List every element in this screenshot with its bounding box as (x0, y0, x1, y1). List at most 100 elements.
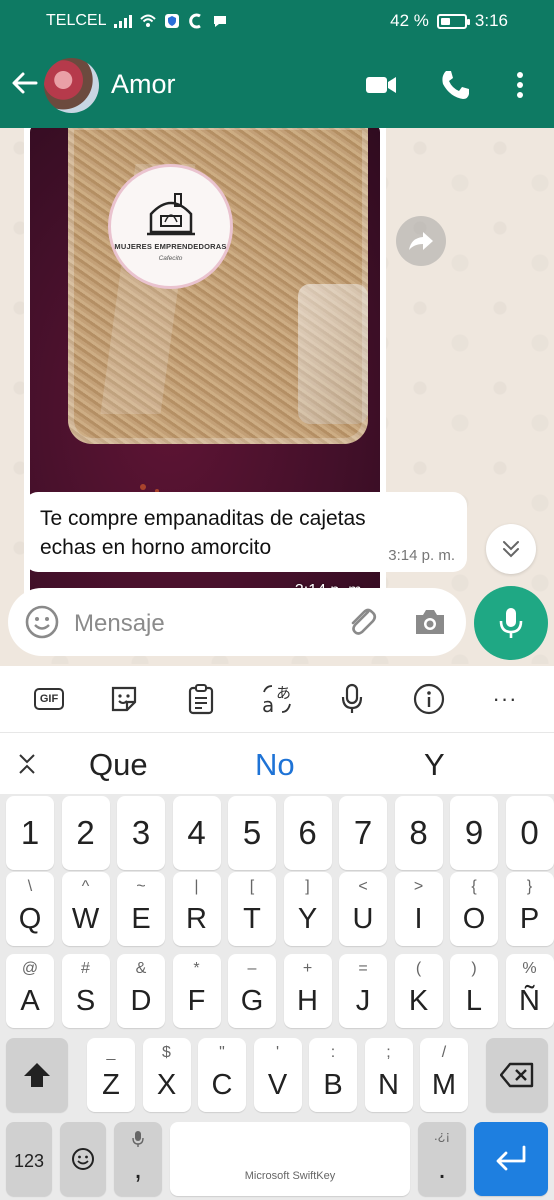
key-label: P (519, 903, 540, 935)
key-5[interactable]: 5 (228, 796, 276, 870)
key-h[interactable]: + H (283, 954, 332, 1028)
key-8[interactable]: 8 (394, 796, 443, 870)
key-y[interactable]: ] Y (283, 872, 332, 946)
message-placeholder: Mensaje (74, 610, 165, 637)
key-f[interactable]: * F (172, 954, 221, 1028)
key-s[interactable]: # S (61, 954, 110, 1028)
contact-avatar[interactable] (44, 58, 99, 113)
key-i[interactable]: > I (394, 872, 443, 946)
key-w[interactable]: ^ W (61, 872, 110, 946)
key-9[interactable]: 9 (450, 796, 498, 870)
key-q[interactable]: \ Q (6, 872, 54, 946)
key-alt-label: + (302, 960, 313, 977)
key-x[interactable]: $ X (142, 1038, 191, 1112)
camera-icon[interactable] (412, 604, 448, 640)
more-options-icon[interactable] (503, 68, 537, 102)
key-j[interactable]: = J (339, 954, 387, 1028)
voice-call-icon[interactable] (438, 68, 472, 102)
more-tools-icon[interactable]: ··· (486, 680, 524, 718)
sticker-icon[interactable] (105, 680, 143, 718)
key-c[interactable]: " C (198, 1038, 246, 1112)
key-alt-label: { (471, 878, 477, 895)
signal-icon (114, 14, 133, 28)
collapse-suggestions-icon[interactable] (14, 751, 40, 777)
gif-icon[interactable]: GIF (30, 680, 68, 718)
key-label: S (75, 985, 96, 1017)
shift-key[interactable] (6, 1038, 68, 1112)
space-key[interactable]: Microsoft SwiftKey (170, 1122, 410, 1196)
key-1[interactable]: 1 (6, 796, 54, 870)
key-label: 0 (520, 814, 539, 851)
backspace-key[interactable] (486, 1038, 548, 1112)
key-alt-label: | (194, 878, 199, 895)
key-g[interactable]: – G (228, 954, 276, 1028)
brand-sticker: MUJERES EMPRENDEDORAS Cafecito (108, 164, 233, 289)
period-key[interactable]: .¿¡ . (418, 1122, 466, 1196)
suggestion-center[interactable]: No (255, 747, 295, 783)
key-3[interactable]: 3 (117, 796, 165, 870)
key-alt-label: = (358, 960, 368, 977)
key-label: E (131, 903, 151, 935)
key-u[interactable]: < U (339, 872, 387, 946)
back-arrow-icon[interactable] (10, 68, 40, 98)
forward-button[interactable] (396, 216, 446, 266)
message-input[interactable]: Mensaje (8, 588, 466, 656)
clock: 3:16 (474, 11, 508, 30)
info-icon[interactable] (410, 680, 448, 718)
key-label: Ñ (519, 985, 540, 1017)
translate-icon[interactable]: aあ (258, 680, 296, 718)
carrier-label: TELCEL (46, 12, 107, 29)
scroll-to-bottom-button[interactable] (486, 524, 536, 574)
key-n[interactable]: ; N (364, 1038, 413, 1112)
key-p[interactable]: } P (505, 872, 554, 946)
key-label: O (462, 903, 486, 935)
numbers-key[interactable]: 123 (6, 1122, 52, 1196)
key-o[interactable]: {O (450, 872, 498, 946)
emoji-key[interactable] (60, 1122, 106, 1196)
key-label: 1 (20, 814, 40, 851)
key-label: W (71, 903, 100, 935)
contact-name[interactable]: Amor (111, 69, 176, 100)
attach-icon[interactable] (344, 604, 380, 640)
chat-notification-icon (214, 16, 227, 27)
voice-message-button[interactable] (474, 586, 548, 660)
sticker-sub-text: Cafecito (158, 254, 183, 262)
message-timestamp: 3:14 p. m. (388, 547, 455, 564)
key-label: Z (102, 1069, 120, 1101)
keyboard-toolbar: GIF aあ ··· (0, 666, 554, 732)
key-l[interactable]: ) L (450, 954, 498, 1028)
key-0[interactable]: 0 (505, 796, 554, 870)
voice-input-icon[interactable] (333, 680, 371, 718)
key-a[interactable]: @ A (6, 954, 54, 1028)
clipboard-icon[interactable] (182, 680, 220, 718)
key-t[interactable]: [T (228, 872, 276, 946)
key-alt-label: ( (415, 960, 422, 977)
text-message[interactable]: Te compre empanaditas de cajetas echas e… (24, 492, 467, 572)
shield-icon (165, 14, 180, 28)
key-7[interactable]: 7 (339, 796, 387, 870)
key-alt-label: > (413, 878, 424, 895)
key-v[interactable]: ' V (253, 1038, 302, 1112)
emoji-icon[interactable] (24, 604, 60, 640)
enter-key[interactable] (474, 1122, 548, 1196)
key-k[interactable]: (K (394, 954, 443, 1028)
key-d[interactable]: & D (117, 954, 165, 1028)
key-m[interactable]: / M (420, 1038, 468, 1112)
key-alt-label: ; (386, 1044, 391, 1061)
key-alt-label: [ (249, 878, 255, 895)
key-2[interactable]: 2 (61, 796, 110, 870)
key-ñ[interactable]: % Ñ (505, 954, 554, 1028)
key-e[interactable]: ~ E (117, 872, 165, 946)
video-call-icon[interactable] (364, 68, 398, 102)
wifi-icon (140, 14, 157, 27)
suggestion-right[interactable]: Y (424, 747, 445, 783)
key-r[interactable]: | R (172, 872, 221, 946)
key-z[interactable]: _ Z (87, 1038, 135, 1112)
suggestion-left[interactable]: Que (89, 747, 148, 783)
key-b[interactable]: :B (309, 1038, 357, 1112)
comma-key[interactable]: , (114, 1122, 162, 1196)
oven-logo-icon (146, 192, 195, 235)
key-label: I (414, 903, 423, 935)
key-6[interactable]: 6 (283, 796, 332, 870)
key-4[interactable]: 4 (172, 796, 221, 870)
